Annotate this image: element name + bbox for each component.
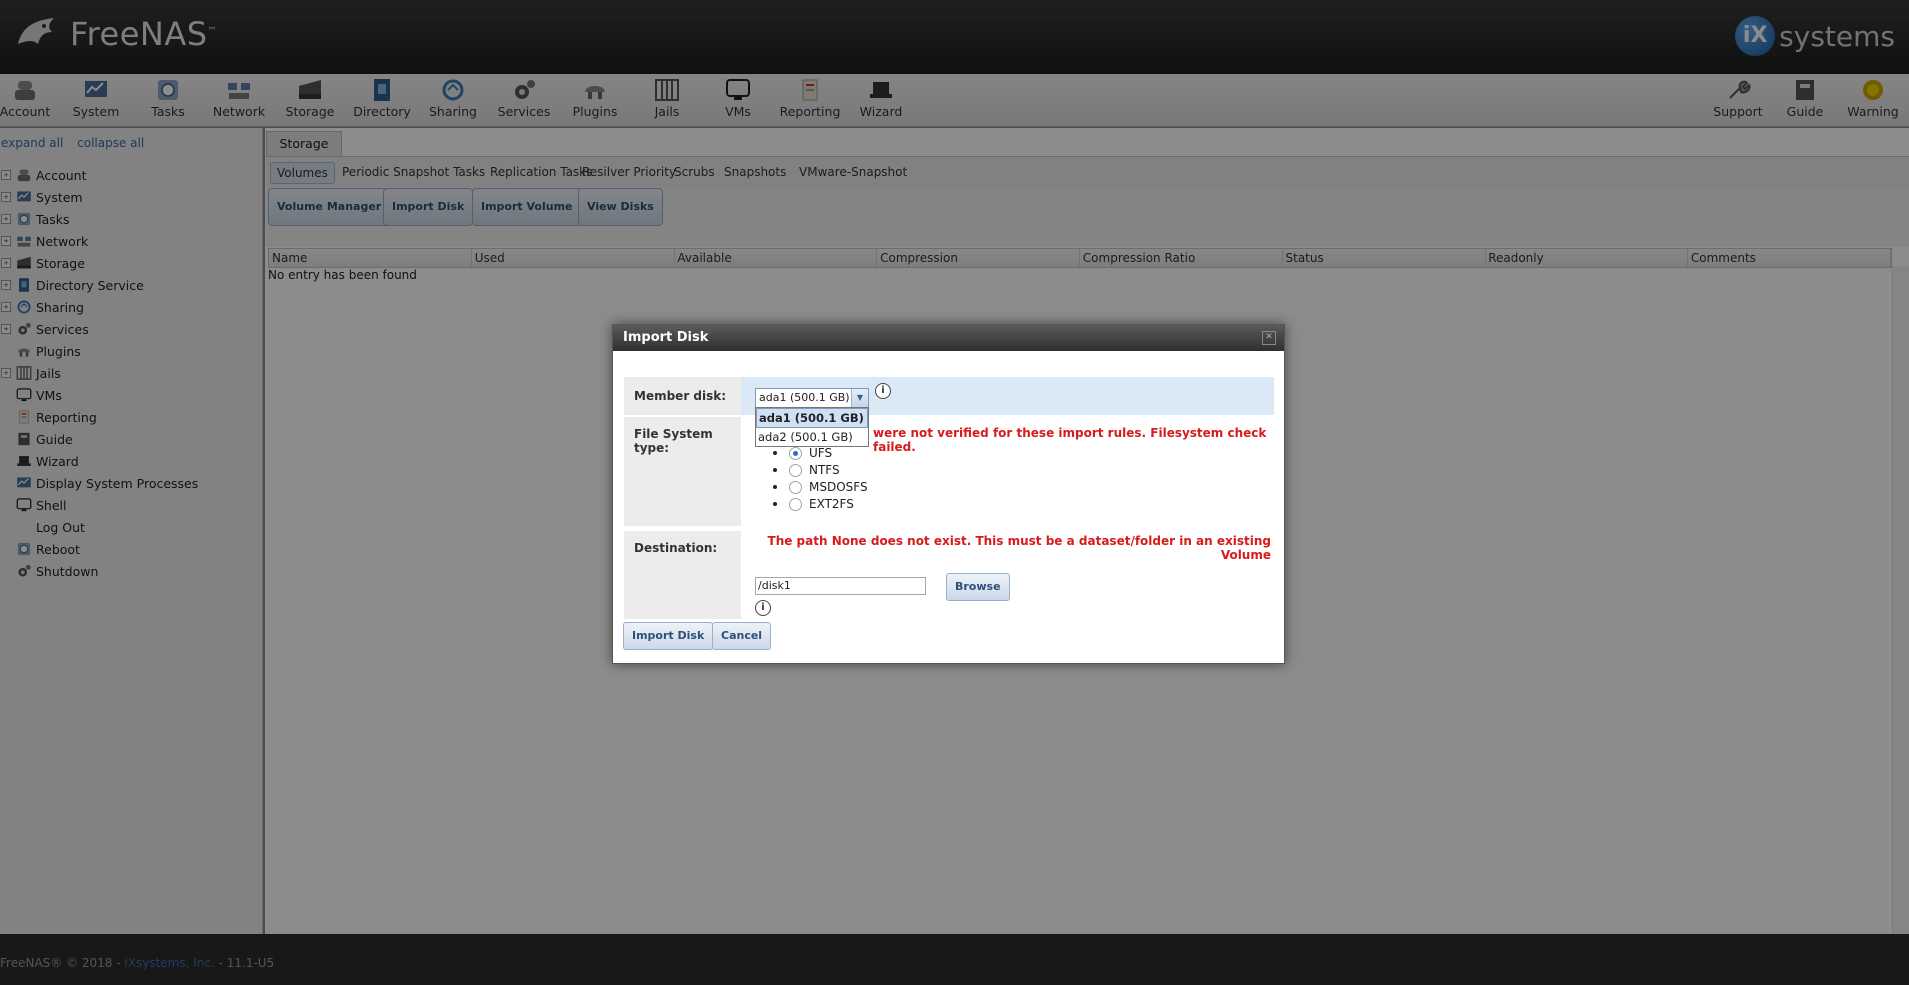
destination-field[interactable]: /disk1: [755, 577, 926, 595]
fs-option-label: UFS: [809, 446, 833, 460]
member-disk-label: Member disk:: [624, 377, 741, 415]
radio-button[interactable]: [789, 446, 802, 460]
destination-label: Destination:: [624, 531, 741, 619]
chevron-down-icon[interactable]: ▼: [851, 389, 868, 407]
destination-info-icon[interactable]: i: [755, 600, 771, 616]
dialog-titlebar: Import Disk ✕: [613, 325, 1284, 351]
fs-option-label: NTFS: [809, 463, 840, 477]
dialog-title: Import Disk: [623, 330, 709, 345]
member-disk-select[interactable]: ada1 (500.1 GB) ▼: [755, 388, 869, 408]
member-disk-info-icon[interactable]: i: [875, 383, 891, 399]
member-disk-value: ada1 (500.1 GB): [759, 391, 850, 404]
radio-button[interactable]: [789, 463, 802, 477]
browse-button[interactable]: Browse: [946, 573, 1010, 601]
radio-button[interactable]: [789, 480, 802, 494]
fs-option-ufs[interactable]: UFS: [773, 446, 832, 460]
file-system-type-label: File System type:: [624, 417, 741, 526]
dropdown-option[interactable]: ada1 (500.1 GB): [756, 408, 868, 428]
radio-button[interactable]: [789, 497, 802, 511]
member-disk-dropdown: ada1 (500.1 GB) ada2 (500.1 GB): [755, 407, 869, 447]
fs-option-label: MSDOSFS: [809, 480, 868, 494]
file-system-error: were not verified for these import rules…: [873, 426, 1267, 454]
destination-error: The path None does not exist. This must …: [767, 534, 1271, 562]
fs-option-ext2fs[interactable]: EXT2FS: [773, 497, 854, 511]
import-disk-submit-button[interactable]: Import Disk: [623, 622, 714, 650]
dropdown-option[interactable]: ada2 (500.1 GB): [756, 428, 868, 446]
fs-option-label: EXT2FS: [809, 497, 854, 511]
cancel-button[interactable]: Cancel: [712, 622, 772, 650]
fs-option-ntfs[interactable]: NTFS: [773, 463, 840, 477]
fs-option-msdosfs[interactable]: MSDOSFS: [773, 480, 868, 494]
import-disk-dialog: Import Disk ✕ Member disk: ada1 (500.1 G…: [612, 324, 1285, 664]
close-icon[interactable]: ✕: [1262, 331, 1276, 345]
